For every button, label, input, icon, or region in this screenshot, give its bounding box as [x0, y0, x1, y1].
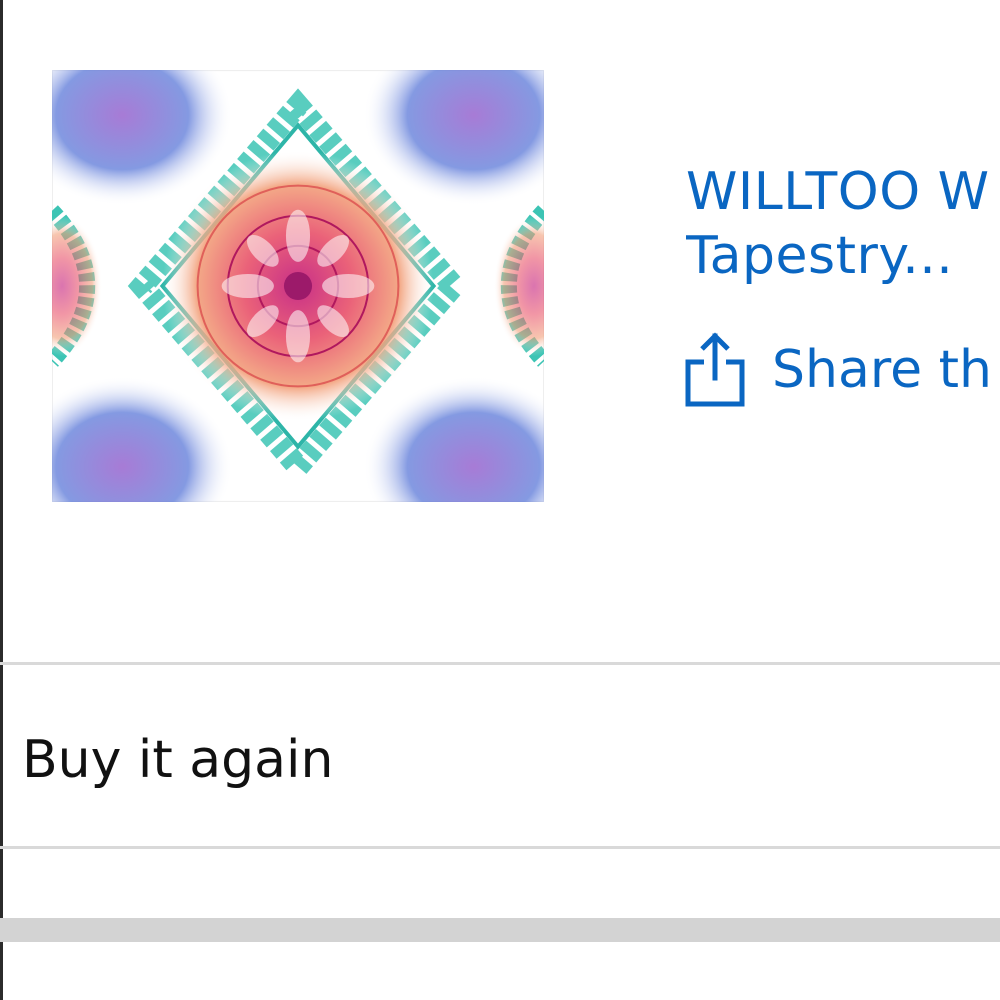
share-button[interactable]: Share th: [684, 332, 1000, 408]
buy-it-again-heading: Buy it again: [22, 730, 334, 790]
mandala-tapestry-image: [52, 70, 544, 502]
product-title-line-1: WILLTOO W: [686, 162, 990, 222]
product-image[interactable]: [52, 70, 544, 502]
share-label: Share th: [772, 340, 992, 400]
product-title-link[interactable]: WILLTOO W Tapestry...: [686, 160, 1000, 288]
product-title-line-2: Tapestry...: [686, 226, 954, 286]
divider: [0, 846, 1000, 849]
order-detail-page: WILLTOO W Tapestry... Share th Buy it ag…: [0, 0, 1000, 1000]
share-icon: [684, 332, 746, 408]
section-separator-bar: [0, 918, 1000, 942]
left-border: [0, 0, 3, 1000]
